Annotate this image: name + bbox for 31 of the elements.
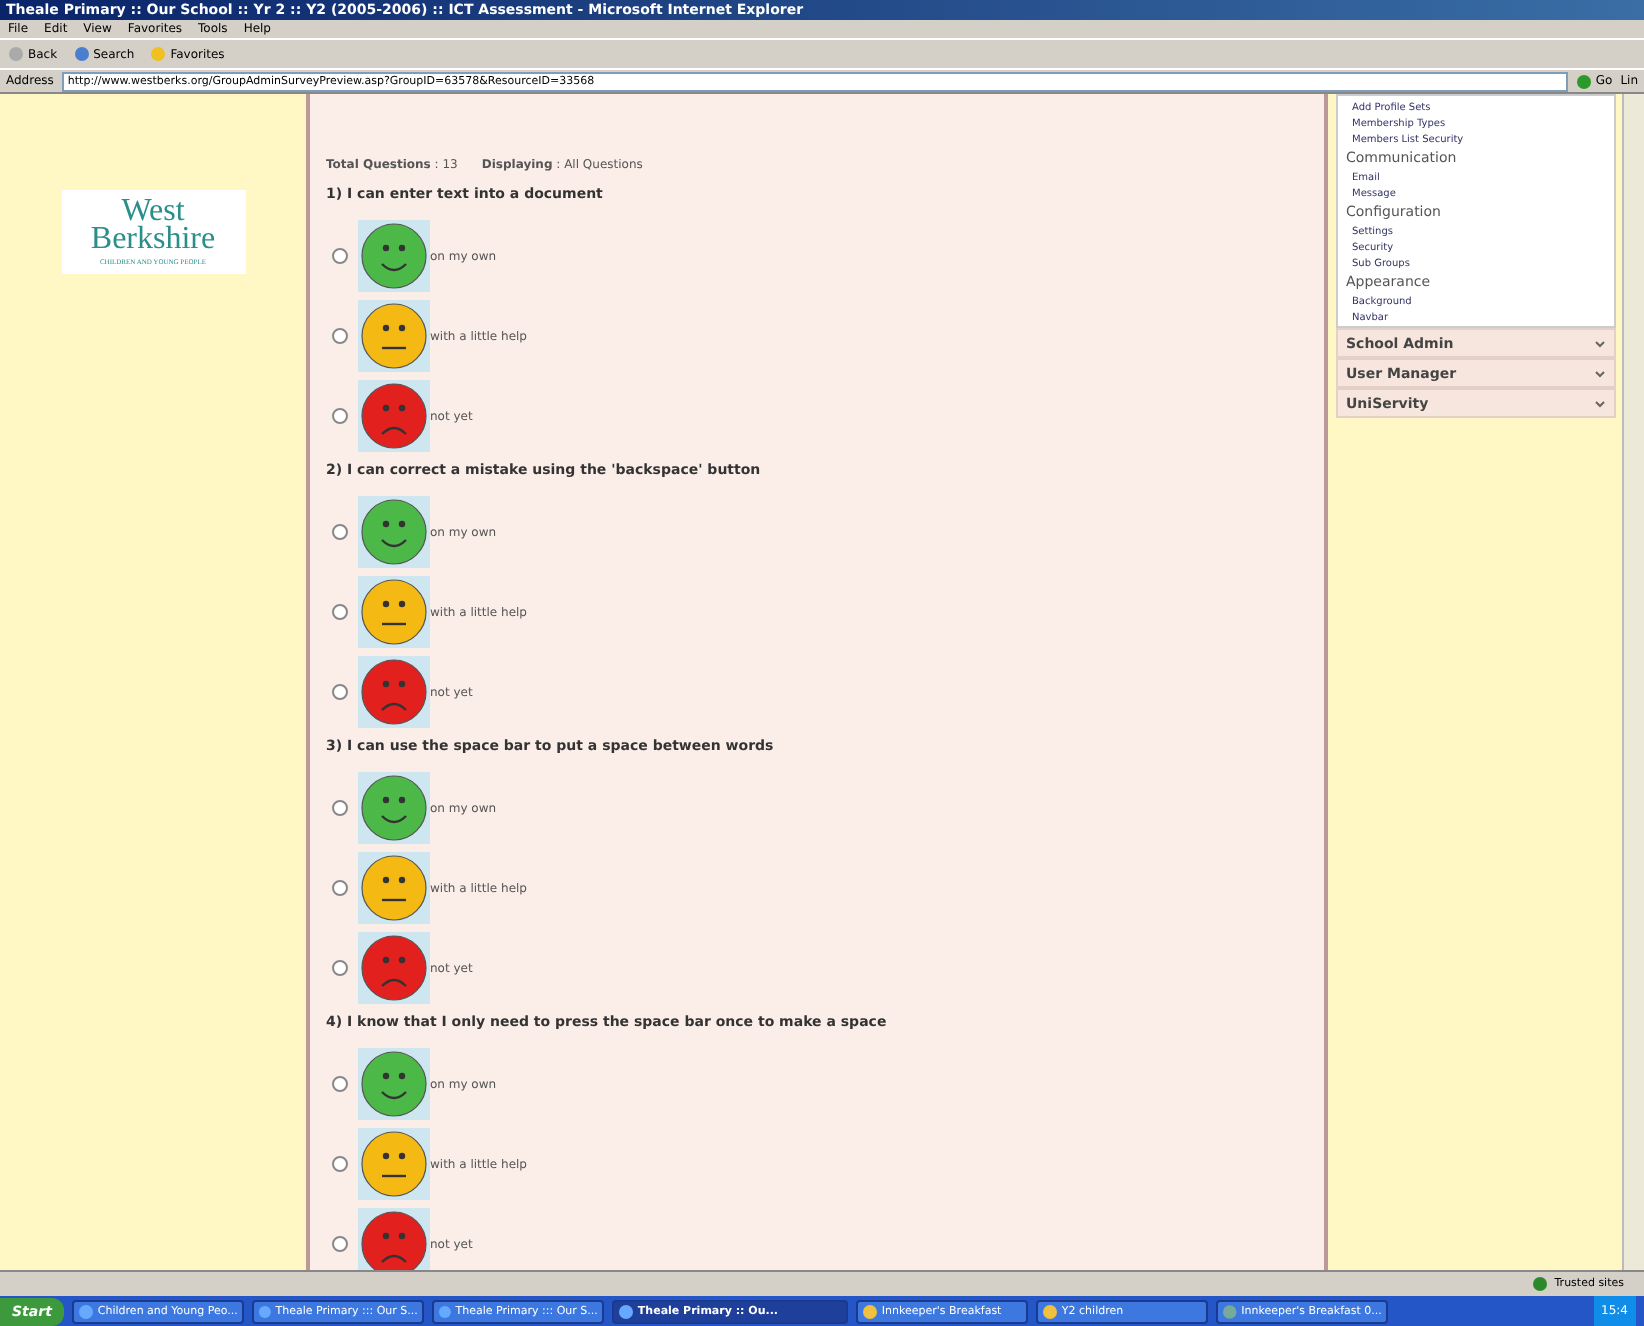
circle-icon: [73, 46, 90, 62]
radio-button[interactable]: [332, 1076, 348, 1092]
radio-button[interactable]: [332, 800, 348, 816]
frowning-face-icon: [358, 656, 430, 728]
expand-icon[interactable]: [1594, 397, 1606, 409]
expand-icon[interactable]: [1594, 337, 1606, 349]
radio-button[interactable]: [332, 960, 348, 976]
frowning-face-icon: [358, 380, 430, 452]
smiley-face-icon: [358, 496, 430, 568]
radio-button[interactable]: [332, 880, 348, 896]
neutral-face-icon: [358, 576, 430, 648]
smiley-face-icon: [358, 772, 430, 844]
radio-button[interactable]: [332, 1156, 348, 1172]
radio-button[interactable]: [332, 408, 348, 424]
neutral-face-icon: [358, 300, 430, 372]
neutral-face-icon: [358, 852, 430, 924]
circle-icon: [8, 46, 24, 62]
frowning-face-icon: [358, 932, 430, 1004]
scrollbar[interactable]: [1622, 94, 1644, 1270]
circle-icon: [150, 46, 167, 62]
radio-button[interactable]: [332, 524, 348, 540]
radio-button[interactable]: [332, 248, 348, 264]
smiley-face-icon: [358, 1048, 430, 1120]
smiley-face-icon: [358, 220, 430, 292]
frowning-face-icon: [358, 1208, 430, 1270]
radio-button[interactable]: [332, 328, 348, 344]
expand-icon[interactable]: [1594, 367, 1606, 379]
radio-button[interactable]: [332, 1236, 348, 1252]
radio-button[interactable]: [332, 684, 348, 700]
radio-button[interactable]: [332, 604, 348, 620]
neutral-face-icon: [358, 1128, 430, 1200]
